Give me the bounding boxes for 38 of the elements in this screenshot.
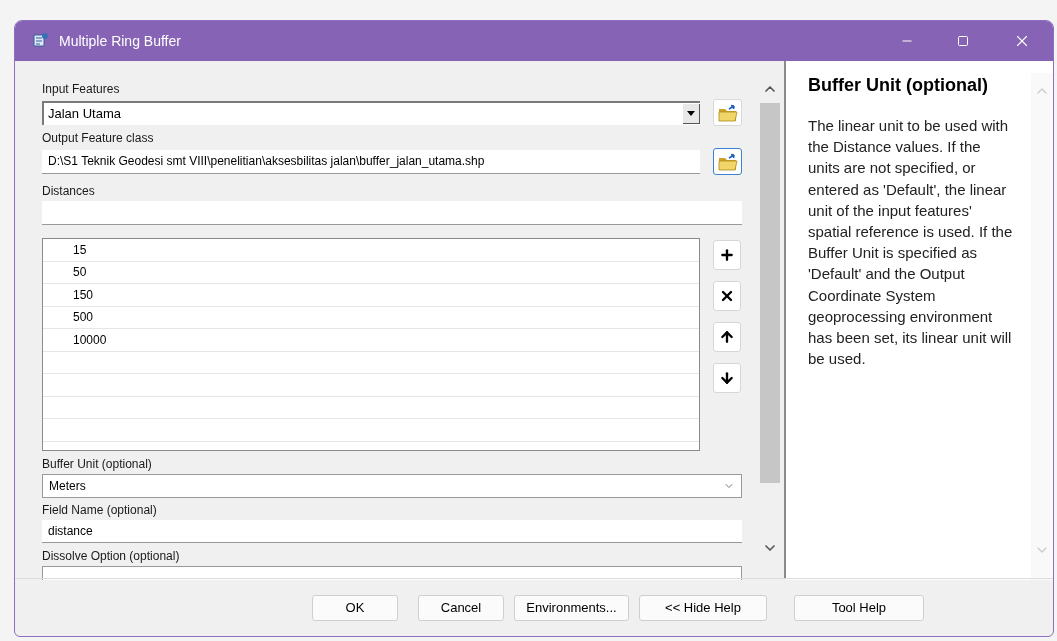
list-row[interactable]: 50 [43,261,699,284]
dropdown-field[interactable]: Jalan Utama [42,100,700,125]
field-label: Output Feature class [42,131,155,146]
input-field[interactable] [42,201,742,225]
browse-button[interactable] [713,148,742,175]
folder-icon [717,103,738,122]
move-down-button[interactable] [713,363,741,393]
list-row[interactable]: 150 [43,284,699,307]
maximize-icon [957,35,969,47]
tool-help-button[interactable]: Tool Help [794,594,924,621]
list-row[interactable]: 15 [43,239,699,262]
field-label: Input Features [42,82,121,97]
folder-icon [717,152,738,171]
scroll-tool-icon [31,32,49,50]
arrow-down-icon [719,370,735,386]
arrow-up-icon [719,329,735,345]
remove-button[interactable] [713,281,741,311]
help-text: The linear unit to be used with the Distance values. If the units are not specified, or entered as 'Default', the linear unit of the input features' spatial reference is used. If the Buffer Unit is specified as 'Default' and the Output Coordinate System geoprocessing environment has been set, its linear unit will be used. [808,116,1014,370]
text-field[interactable]: D:\S1 Teknik Geodesi smt VIII\penelitian\aksesbilitas jalan\buffer_jalan_utama.shp [42,149,700,174]
field-label: Distances [42,184,96,199]
field-label: Field Name (optional) [42,503,158,518]
add-button[interactable] [713,240,741,270]
scrollbar-thumb[interactable] [760,103,780,483]
dropdown-field[interactable]: Meters [42,474,742,498]
dialog-button[interactable]: OK [312,594,398,621]
plus-icon [719,247,735,263]
move-up-button[interactable] [713,322,741,352]
text-field[interactable]: distance [42,520,742,543]
help-title: Buffer Unit (optional) [808,74,989,97]
close-icon [719,288,735,304]
field-label: Buffer Unit (optional) [42,457,153,472]
field-label: Dissolve Option (optional) [42,549,181,564]
dialog-button[interactable]: << Hide Help [639,594,767,621]
list-row[interactable]: 500 [43,306,699,329]
dialog-button[interactable]: Environments... [514,594,629,621]
window-title: Multiple Ring Buffer [59,31,181,51]
list-row[interactable]: 10000 [43,329,699,352]
dialog-button[interactable]: Cancel [418,594,504,621]
